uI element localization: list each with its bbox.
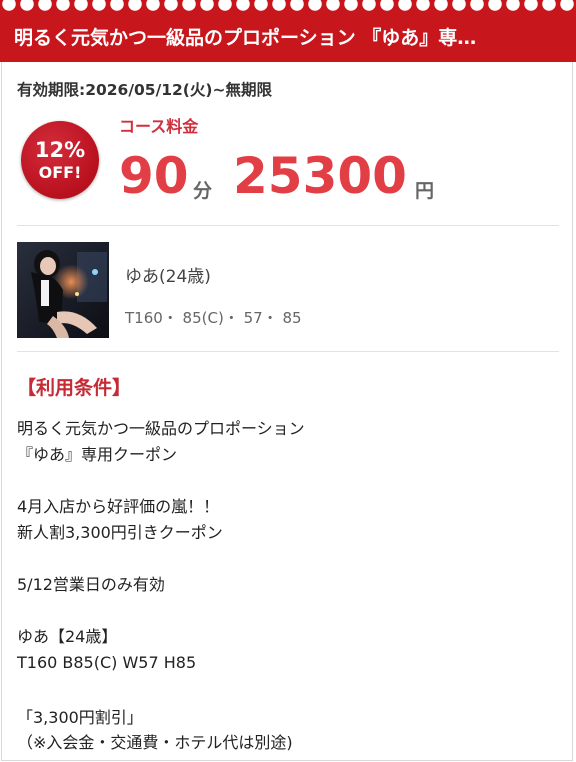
profile-name: ゆあ(24歳)	[125, 267, 211, 287]
condition-line: 5/12営業日のみ有効	[17, 575, 165, 594]
profile-photo-image	[17, 242, 109, 338]
coupon-header: 明るく元気かつ一級品のプロポーション 『ゆあ』専…	[0, 14, 576, 62]
price-unit: 円	[415, 180, 435, 202]
condition-line: ゆあ【24歳】	[17, 627, 118, 646]
condition-line: T160 B85(C) W57 H85	[17, 653, 197, 672]
profile-photo[interactable]	[17, 242, 109, 338]
course-fee-label: コース料金	[119, 117, 199, 136]
divider	[17, 225, 559, 226]
condition-line: （※入会金・交通費・ホテル代は別途)	[17, 733, 293, 752]
course-price: 25300	[233, 147, 407, 205]
discount-off-label: OFF!	[38, 163, 82, 182]
condition-line: 新人割3,300円引きクーポン	[17, 523, 223, 542]
discount-badge: 12% OFF!	[21, 121, 99, 199]
discount-percent: 12%	[34, 138, 86, 162]
condition-line: 4月入店から好評価の嵐！！	[17, 497, 220, 516]
scalloped-edge	[0, 0, 576, 16]
divider	[17, 351, 559, 352]
coupon-ticket: 明るく元気かつ一級品のプロポーション 『ゆあ』専… 有効期限:2026/05/1…	[0, 0, 576, 762]
condition-line: 「3,300円割引」	[17, 708, 143, 727]
profile-measurements: T160・ 85(C)・ 57・ 85	[125, 309, 302, 327]
coupon-title[interactable]: 明るく元気かつ一級品のプロポーション 『ゆあ』専…	[14, 24, 562, 52]
course-minutes: 90	[119, 147, 189, 205]
condition-line: 『ゆあ』専用クーポン	[17, 445, 178, 464]
validity-period: 有効期限:2026/05/12(火)~無期限	[17, 81, 272, 99]
conditions-title: 【利用条件】	[17, 377, 132, 399]
condition-line: 明るく元気かつ一級品のプロポーション	[17, 419, 305, 438]
minutes-unit: 分	[193, 180, 213, 202]
